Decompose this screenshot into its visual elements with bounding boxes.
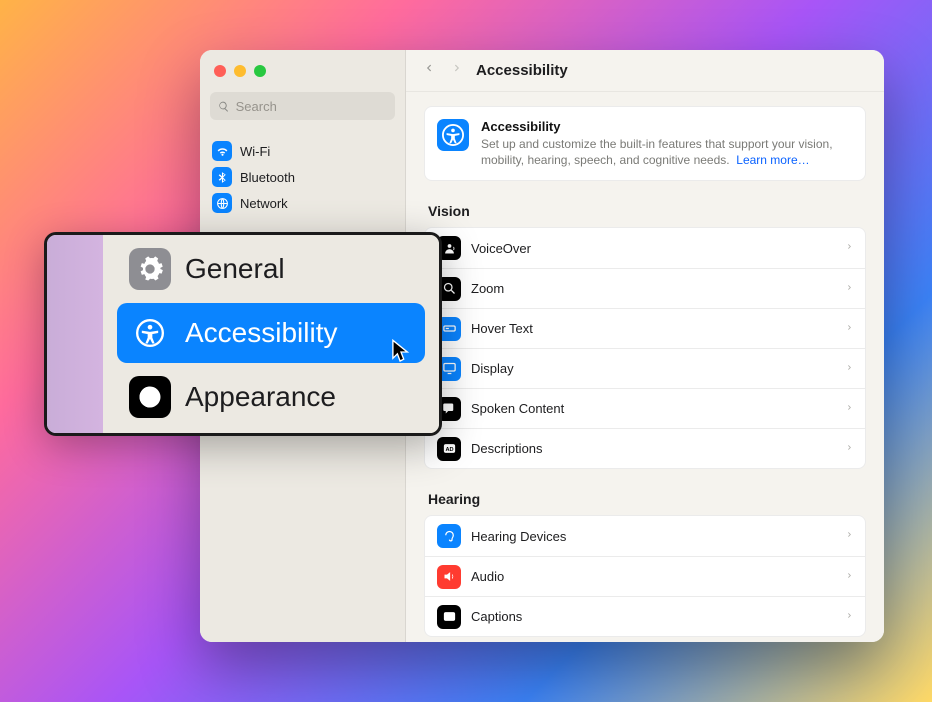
zoom-row-label: Accessibility <box>185 317 337 349</box>
accessibility-icon <box>437 119 469 151</box>
appearance-icon <box>129 376 171 418</box>
globe-icon <box>212 193 232 213</box>
sound-icon <box>437 565 461 589</box>
row-label: Zoom <box>471 281 836 296</box>
zoom-decoration <box>47 235 103 433</box>
minimize-button[interactable] <box>234 65 246 77</box>
search-input[interactable] <box>236 99 387 114</box>
row-label: Descriptions <box>471 441 836 456</box>
intro-description: Set up and customize the built-in featur… <box>481 136 853 168</box>
row-captions[interactable]: Captions <box>425 596 865 636</box>
maximize-button[interactable] <box>254 65 266 77</box>
zoom-callout: General Accessibility Appearance <box>44 232 442 436</box>
accessibility-icon <box>129 312 171 354</box>
row-spoken-content[interactable]: Spoken Content <box>425 388 865 428</box>
descriptions-icon <box>437 437 461 461</box>
ear-icon <box>437 524 461 548</box>
search-field[interactable] <box>210 92 395 120</box>
search-icon <box>218 100 230 113</box>
page-title: Accessibility <box>476 62 568 79</box>
chevron-right-icon <box>846 280 853 298</box>
row-hover-text[interactable]: Hover Text <box>425 308 865 348</box>
row-label: Captions <box>471 609 836 624</box>
window-controls <box>200 50 405 92</box>
section-label-hearing: Hearing <box>428 491 862 507</box>
nav-back-button[interactable] <box>424 61 434 80</box>
panel-vision: VoiceOver Zoom Hover Text Display Spoken Con… <box>424 227 866 469</box>
close-button[interactable] <box>214 65 226 77</box>
intro-card: Accessibility Set up and customize the b… <box>424 106 866 181</box>
nav-forward-button <box>452 61 462 80</box>
chevron-right-icon <box>846 608 853 626</box>
chevron-right-icon <box>846 440 853 458</box>
row-voiceover[interactable]: VoiceOver <box>425 228 865 268</box>
content-header: Accessibility <box>406 50 884 92</box>
chevron-right-icon <box>846 239 853 257</box>
row-audio[interactable]: Audio <box>425 556 865 596</box>
sidebar-item-label: Wi-Fi <box>240 144 270 159</box>
row-label: Hearing Devices <box>471 529 836 544</box>
section-label-vision: Vision <box>428 203 862 219</box>
zoom-row-label: General <box>185 253 285 285</box>
row-label: VoiceOver <box>471 241 836 256</box>
sidebar-item-network[interactable]: Network <box>208 190 397 216</box>
zoom-row-appearance[interactable]: Appearance <box>117 367 425 427</box>
row-zoom[interactable]: Zoom <box>425 268 865 308</box>
chevron-right-icon <box>846 527 853 545</box>
row-label: Audio <box>471 569 836 584</box>
row-label: Hover Text <box>471 321 836 336</box>
chevron-right-icon <box>846 320 853 338</box>
bluetooth-icon <box>212 167 232 187</box>
wifi-icon <box>212 141 232 161</box>
row-descriptions[interactable]: Descriptions <box>425 428 865 468</box>
row-label: Display <box>471 361 836 376</box>
zoom-row-general[interactable]: General <box>117 239 425 299</box>
panel-hearing: Hearing Devices Audio Captions <box>424 515 866 637</box>
sidebar-item-label: Network <box>240 196 288 211</box>
row-display[interactable]: Display <box>425 348 865 388</box>
row-label: Spoken Content <box>471 401 836 416</box>
cursor-icon <box>392 339 410 365</box>
zoom-row-label: Appearance <box>185 381 336 413</box>
intro-title: Accessibility <box>481 119 853 134</box>
captions-icon <box>437 605 461 629</box>
content-pane: Accessibility Accessibility Set up and c… <box>406 50 884 642</box>
learn-more-link[interactable]: Learn more… <box>736 153 809 167</box>
chevron-right-icon <box>846 400 853 418</box>
gear-icon <box>129 248 171 290</box>
sidebar-item-wi-fi[interactable]: Wi-Fi <box>208 138 397 164</box>
row-hearing-devices[interactable]: Hearing Devices <box>425 516 865 556</box>
zoom-row-accessibility[interactable]: Accessibility <box>117 303 425 363</box>
sidebar-item-label: Bluetooth <box>240 170 295 185</box>
chevron-right-icon <box>846 360 853 378</box>
chevron-right-icon <box>846 568 853 586</box>
sidebar-item-bluetooth[interactable]: Bluetooth <box>208 164 397 190</box>
